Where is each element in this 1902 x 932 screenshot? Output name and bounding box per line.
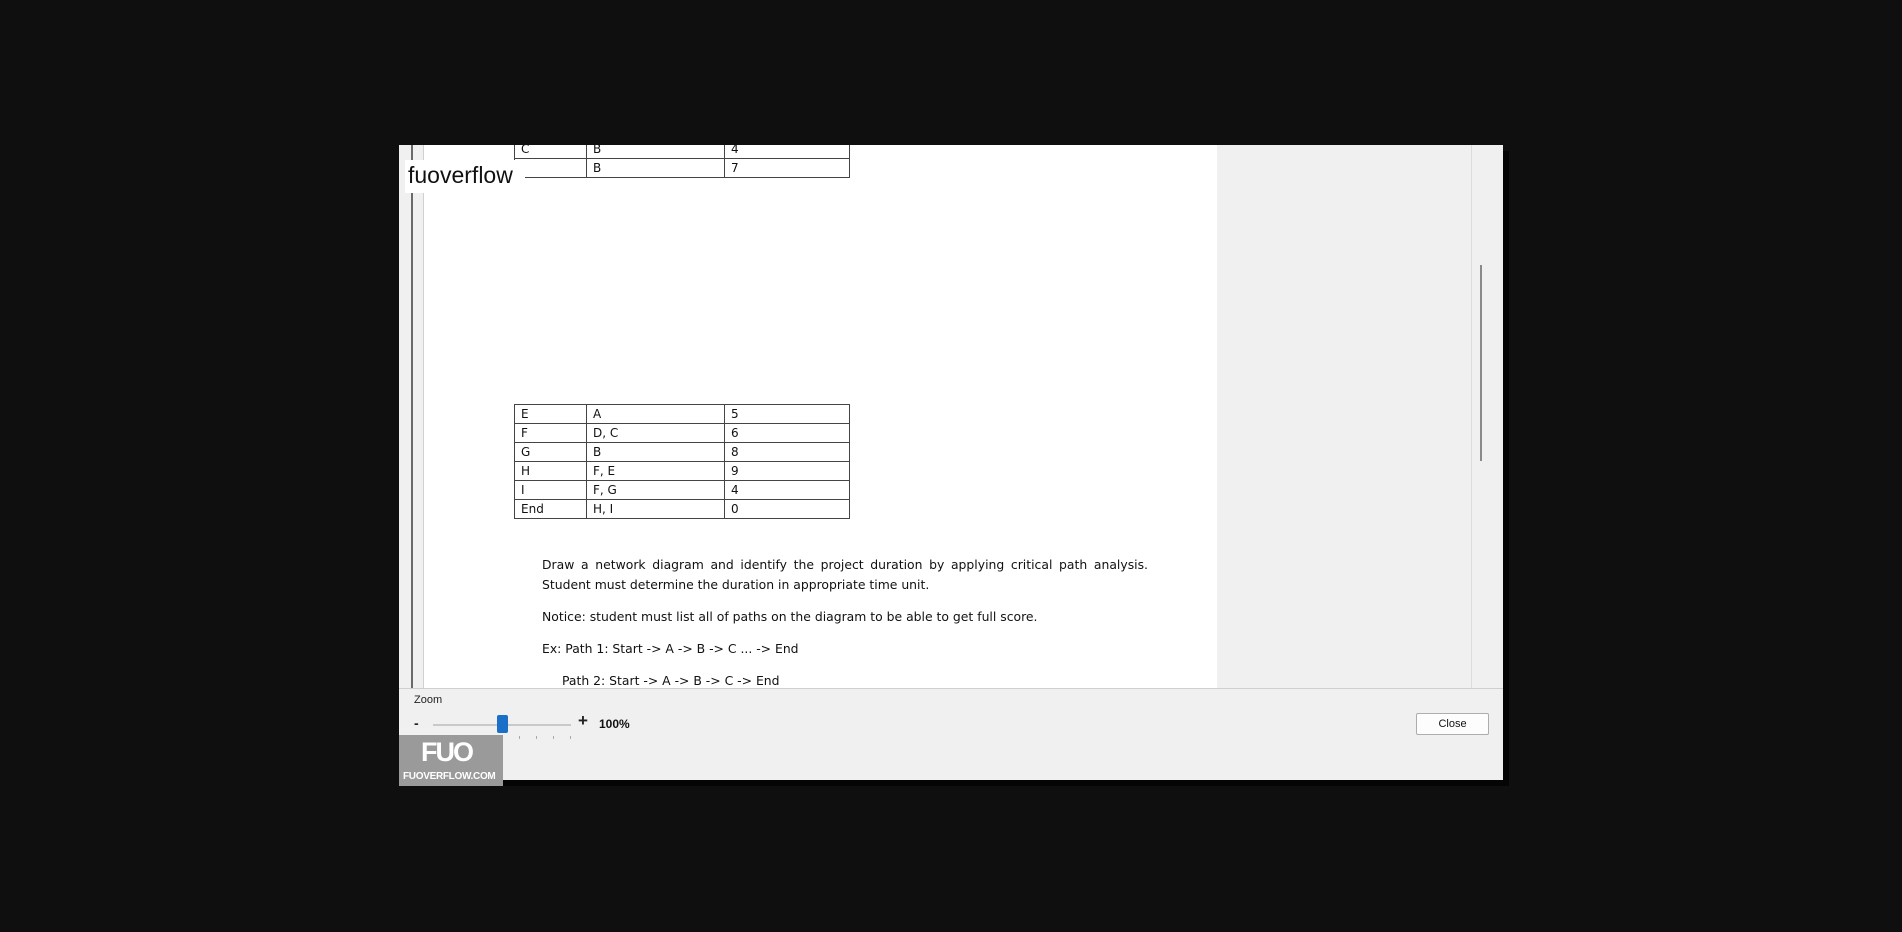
logo-caption: FUOVERFLOW.COM (403, 771, 496, 782)
table-row: G B 8 (514, 442, 850, 462)
logo-mark: FUO (421, 737, 474, 767)
example-path-2: Path 2: Start -> A -> B -> C -> End (562, 673, 780, 688)
table-cell: 8 (724, 442, 850, 462)
right-divider (1471, 145, 1472, 688)
watermark-text: fuoverflow (405, 160, 525, 193)
example-path-1: Ex: Path 1: Start -> A -> B -> C ... -> … (542, 641, 799, 656)
table-cell: End (514, 499, 587, 519)
zoom-out-button[interactable]: - (414, 715, 419, 731)
table-cell: 6 (724, 423, 850, 443)
table-cell: D, C (586, 423, 725, 443)
zoom-level: 100% (599, 717, 630, 731)
table-cell: 4 (724, 145, 850, 159)
table-cell: C (514, 145, 587, 159)
zoom-label: Zoom (414, 694, 443, 706)
table-row: I F, G 4 (514, 480, 850, 500)
table-cell: G (514, 442, 587, 462)
table-cell: I (514, 480, 587, 500)
table-cell: 0 (724, 499, 850, 519)
vertical-scrollbar[interactable] (1480, 265, 1482, 461)
table-row: End H, I 0 (514, 499, 850, 519)
document-page: C B 4 B 7 E A 5 F D, C 6 G B 8 H F, E 9 … (424, 145, 1217, 688)
left-border (411, 145, 413, 688)
table-row: C B 4 (514, 145, 850, 159)
zoom-in-button[interactable]: + (578, 711, 588, 731)
table-cell: B (586, 145, 725, 159)
table-cell: F, E (586, 461, 725, 481)
zoom-slider-handle[interactable] (497, 715, 508, 733)
table-cell: B (586, 442, 725, 462)
table-cell: H (514, 461, 587, 481)
document-viewport[interactable]: C B 4 B 7 E A 5 F D, C 6 G B 8 H F, E 9 … (399, 145, 1503, 689)
close-button[interactable]: Close (1416, 713, 1489, 735)
table-row: H F, E 9 (514, 461, 850, 481)
instruction-text: Draw a network diagram and identify the … (542, 557, 1148, 592)
fuo-logo: FUO FUOVERFLOW.COM (399, 735, 503, 786)
table-cell: E (514, 404, 587, 424)
table-cell: H, I (586, 499, 725, 519)
table-cell: F, G (586, 480, 725, 500)
table-cell: 9 (724, 461, 850, 481)
table-row: B 7 (514, 158, 850, 178)
activity-table: E A 5 F D, C 6 G B 8 H F, E 9 I F, G 4 E… (514, 404, 850, 519)
notice-text: Notice: student must list all of paths o… (542, 609, 1038, 624)
document-viewer-window: C B 4 B 7 E A 5 F D, C 6 G B 8 H F, E 9 … (399, 145, 1503, 780)
table-row: E A 5 (514, 404, 850, 424)
table-cell: 4 (724, 480, 850, 500)
table-cell: F (514, 423, 587, 443)
table-cell: 7 (724, 158, 850, 178)
activity-table-top: C B 4 B 7 (514, 145, 850, 178)
table-cell: B (586, 158, 725, 178)
table-row: F D, C 6 (514, 423, 850, 443)
table-cell (514, 158, 587, 178)
table-cell: A (586, 404, 725, 424)
table-cell: 5 (724, 404, 850, 424)
